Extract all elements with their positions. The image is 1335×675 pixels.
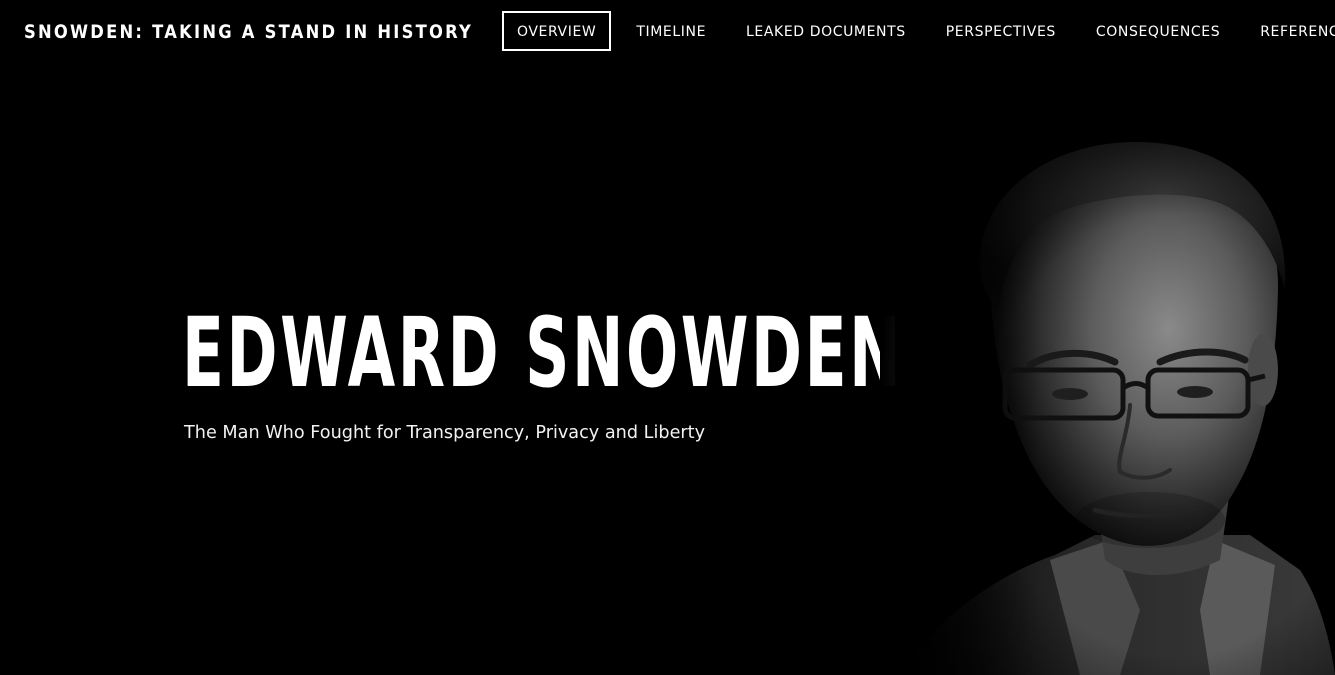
nav-item-perspectives[interactable]: PERSPECTIVES [931, 11, 1071, 51]
site-title[interactable]: SNOWDEN: TAKING A STAND IN HISTORY [24, 20, 473, 44]
hero-title: EDWARD SNOWDEN [182, 297, 904, 409]
hero-subtitle: The Man Who Fought for Transparency, Pri… [184, 422, 706, 443]
main-nav: OVERVIEW TIMELINE LEAKED DOCUMENTS PERSP… [502, 11, 1335, 51]
nav-item-reference[interactable]: REFERENCE [1245, 11, 1335, 51]
page: SNOWDEN: TAKING A STAND IN HISTORY OVERV… [0, 0, 1335, 675]
nav-item-timeline[interactable]: TIMELINE [621, 11, 721, 51]
portrait-image [880, 140, 1335, 675]
nav-item-leaked-documents[interactable]: LEAKED DOCUMENTS [731, 11, 921, 51]
nav-item-overview[interactable]: OVERVIEW [502, 11, 612, 51]
nav-item-consequences[interactable]: CONSEQUENCES [1081, 11, 1235, 51]
